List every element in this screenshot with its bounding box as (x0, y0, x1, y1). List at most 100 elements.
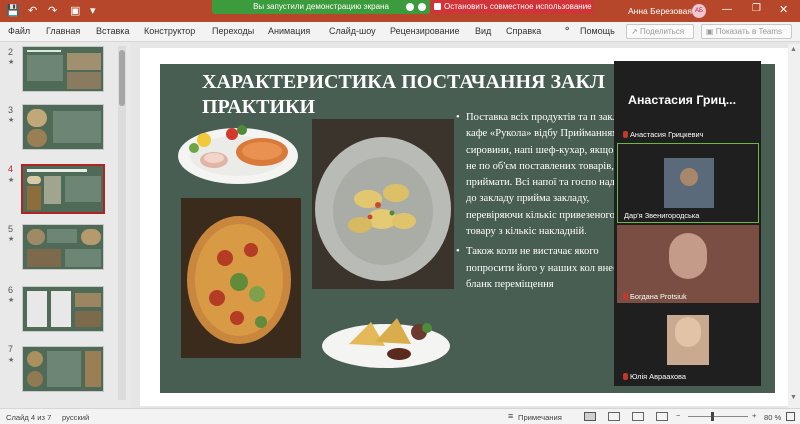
quick-access-more-icon[interactable]: ▾ (90, 4, 96, 17)
tab-transitions[interactable]: Переходы (212, 26, 254, 36)
zoom-slider[interactable] (688, 416, 748, 417)
thumb-photo (44, 176, 61, 204)
normal-view-icon[interactable] (584, 412, 596, 421)
editor-scrollbar[interactable]: ▲ ▼ (788, 44, 800, 408)
participant-name: Анастасия Грицкевич (623, 130, 704, 139)
zoom-level[interactable]: 80 % (764, 413, 781, 422)
notes-button[interactable]: Примечания (518, 413, 562, 422)
thumb-photo (27, 109, 47, 127)
thumb-photo (67, 72, 101, 89)
share-shield-icon[interactable] (418, 3, 426, 11)
lightbulb-icon: ⚬ (563, 24, 572, 35)
slide-thumbnail-5[interactable] (22, 224, 104, 270)
share-button-label: Поделиться (639, 27, 685, 36)
thumb-text-block (47, 229, 77, 243)
present-in-teams-button[interactable]: ▣ Показать в Teams (701, 24, 792, 39)
zoom-in-icon[interactable]: + (752, 411, 756, 420)
thumb-photo (27, 229, 45, 245)
stop-sharing-button[interactable]: Остановить совместное использование (430, 0, 593, 14)
participant-label: Анастасия Грицкевич (630, 130, 704, 139)
teams-icon: ▣ (706, 27, 716, 36)
thumb-number: 4 (8, 164, 14, 174)
slide-thumbnail-4[interactable] (21, 164, 105, 214)
tab-review[interactable]: Рецензирование (390, 26, 460, 36)
thumbnail-scrollbar[interactable] (118, 46, 126, 400)
start-slideshow-icon[interactable]: ▣ (70, 4, 80, 17)
participant-tile-active[interactable]: Дар'я Звенигородська (617, 143, 759, 223)
undo-icon[interactable]: ↶ (28, 4, 37, 17)
stop-sharing-label: Остановить совместное использование (444, 2, 592, 11)
zoom-slider-handle[interactable] (711, 412, 714, 421)
close-icon[interactable]: ✕ (779, 3, 788, 16)
tab-help[interactable]: Справка (506, 26, 541, 36)
thumb-photo (85, 351, 101, 387)
mic-off-icon (623, 293, 628, 300)
participant-video (675, 317, 701, 347)
animation-star-icon: ★ (8, 177, 15, 184)
restore-icon[interactable]: ❐ (752, 3, 761, 14)
participant-tile[interactable]: Богдана Protsiuk (617, 225, 759, 303)
pasta-dish-photo (312, 119, 454, 289)
slide-sorter-icon[interactable] (608, 412, 620, 421)
animation-star-icon: ★ (8, 117, 15, 124)
redo-icon[interactable]: ↷ (48, 4, 57, 17)
share-icon: ↗ (631, 27, 640, 36)
slide-thumbnail-3[interactable] (22, 104, 104, 150)
thumb-number: 7 (8, 344, 14, 354)
avatar[interactable]: АБ (692, 4, 706, 18)
participant-tile[interactable]: Анастасия Грицкевич (617, 121, 759, 141)
thumb-photo (81, 229, 101, 245)
participant-name: Юлія Авраахова (623, 372, 686, 381)
scroll-up-icon[interactable]: ▲ (790, 46, 797, 53)
screen-share-banner: Вы запустили демонстрацию экрана (212, 0, 430, 14)
tab-home[interactable]: Главная (46, 26, 80, 36)
animation-star-icon: ★ (8, 297, 15, 304)
thumb-text-block (53, 111, 101, 143)
tab-slideshow[interactable]: Слайд-шоу (329, 26, 376, 36)
thumb-photo (67, 53, 101, 70)
mic-off-icon (623, 373, 628, 380)
ribbon-tabs: Файл Главная Вставка Конструктор Переход… (0, 22, 800, 42)
tab-animations[interactable]: Анимация (268, 26, 310, 36)
thumb-title-line (27, 50, 61, 52)
reading-view-icon[interactable] (632, 412, 644, 421)
thumb-photo (75, 311, 101, 327)
user-name: Анна Березовая (628, 6, 692, 16)
participant-label: Богдана Protsiuk (630, 292, 687, 301)
participant-name: Дар'я Звенигородська (624, 211, 699, 220)
pause-share-icon[interactable] (406, 3, 414, 11)
tell-me-search[interactable]: Помощь (580, 26, 615, 36)
slide-thumbnail-6[interactable] (22, 286, 104, 332)
animation-star-icon: ★ (8, 236, 15, 243)
thumb-text-block (27, 55, 63, 81)
slide-thumbnail-7[interactable] (22, 346, 104, 392)
tab-file[interactable]: Файл (8, 26, 30, 36)
thumb-photo (27, 176, 41, 184)
thumb-text-block (65, 249, 101, 267)
tab-design[interactable]: Конструктор (144, 26, 195, 36)
participant-tile[interactable]: Юлія Авраахова (617, 307, 759, 383)
thumb-number: 3 (8, 105, 14, 115)
thumb-number: 5 (8, 224, 14, 234)
share-status-text: Вы запустили демонстрацию экрана (253, 2, 389, 11)
tacos-dish-photo (319, 314, 453, 370)
thumb-photo (27, 371, 43, 387)
scroll-down-icon[interactable]: ▼ (790, 394, 797, 401)
zoom-out-icon[interactable]: − (676, 411, 680, 420)
language-indicator[interactable]: русский (62, 413, 89, 422)
slide-thumbnail-2[interactable] (22, 46, 104, 92)
scrollbar-thumb[interactable] (119, 50, 125, 106)
save-icon[interactable]: 💾 (6, 4, 20, 17)
share-button[interactable]: ↗ Поделиться (626, 24, 694, 39)
presenter-name: Анастасия Гриц... (628, 93, 737, 107)
minimize-icon[interactable]: — (722, 4, 732, 15)
meeting-video-panel[interactable]: Анастасия Гриц... Анастасия Грицкевич Да… (614, 61, 761, 386)
fit-to-window-icon[interactable] (786, 412, 795, 421)
tab-insert[interactable]: Вставка (96, 26, 129, 36)
thumb-photo (27, 351, 43, 367)
thumb-photo (27, 129, 47, 147)
tab-view[interactable]: Вид (475, 26, 491, 36)
thumb-photo (75, 293, 101, 307)
notes-icon[interactable]: ≡ (508, 411, 513, 421)
slideshow-view-icon[interactable] (656, 412, 668, 421)
